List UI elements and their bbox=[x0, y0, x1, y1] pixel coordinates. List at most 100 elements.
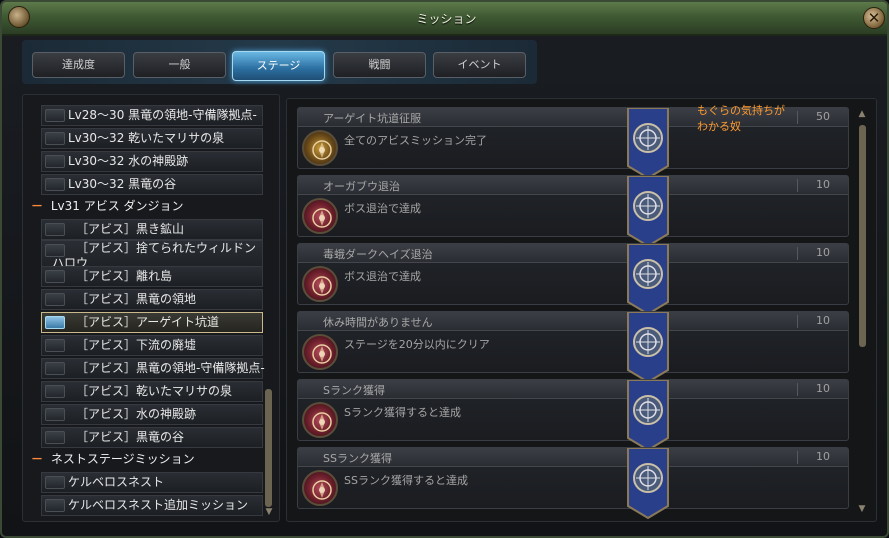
item-button-icon bbox=[45, 339, 65, 352]
item-button-icon bbox=[45, 109, 65, 122]
mission-title: Sランク獲得 bbox=[323, 384, 385, 397]
annotation-note: もぐらの気持ちが わかる奴 bbox=[697, 103, 785, 135]
item-button-icon bbox=[45, 476, 65, 489]
points-divider bbox=[797, 179, 798, 192]
collapse-icon[interactable]: － bbox=[27, 196, 47, 217]
annotation-line: もぐらの気持ちが bbox=[697, 104, 785, 117]
close-button[interactable]: ✕ bbox=[863, 7, 885, 29]
left-scrollbar-thumb[interactable] bbox=[265, 389, 272, 507]
item-button-icon bbox=[45, 132, 65, 145]
stage-list-item[interactable]: Lv30～32 水の神殿跡 bbox=[41, 151, 263, 172]
mission-header: Sランク獲得 10 bbox=[298, 380, 848, 399]
mission-title: SSランク獲得 bbox=[323, 452, 392, 465]
mission-title: オーガブウ退治 bbox=[323, 180, 400, 193]
abyss-list-item[interactable]: ［アビス］黒竜の領地-守備隊拠点- bbox=[41, 358, 265, 379]
reward-banner-icon bbox=[626, 243, 670, 316]
abyss-list-item[interactable]: ［アビス］離れ島 bbox=[41, 266, 263, 287]
item-button-icon bbox=[45, 223, 65, 236]
tab-achievement[interactable]: 達成度 bbox=[32, 52, 125, 78]
item-button-icon bbox=[45, 155, 65, 168]
category-nest-stage[interactable]: － ネストステージミッション bbox=[27, 449, 263, 470]
mission-card[interactable]: 毒蛾ダークヘイズ退治 10 ボス退治で達成 bbox=[297, 243, 849, 316]
nest-list-item[interactable]: ケルベロスネスト bbox=[41, 472, 263, 493]
right-scrollbar-thumb[interactable] bbox=[859, 125, 866, 347]
mission-title: アーゲイト坑道征服 bbox=[323, 112, 422, 125]
reward-banner-icon bbox=[626, 447, 670, 520]
mission-points: 10 bbox=[816, 178, 830, 191]
points-divider bbox=[797, 247, 798, 260]
tab-event[interactable]: イベント bbox=[433, 52, 526, 78]
reward-banner-icon bbox=[626, 311, 670, 384]
tab-strip: 達成度 一般 ステージ 戦闘 イベント bbox=[22, 40, 537, 84]
mission-card[interactable]: 休み時間がありません 10 ステージを20分以内にクリア bbox=[297, 311, 849, 384]
collapse-icon[interactable]: － bbox=[27, 449, 47, 470]
window-title: ミッション bbox=[416, 12, 477, 26]
abyss-list-item-selected[interactable]: ［アビス］アーゲイト坑道 bbox=[41, 312, 263, 333]
item-button-icon bbox=[45, 385, 65, 398]
abyss-list-item[interactable]: ［アビス］黒竜の領地 bbox=[41, 289, 263, 310]
item-button-icon bbox=[45, 408, 65, 421]
reward-banner-icon bbox=[626, 175, 670, 248]
mission-header: 休み時間がありません 10 bbox=[298, 312, 848, 331]
item-button-icon bbox=[45, 431, 65, 444]
stage-list: Lv28～30 黒竜の領地-守備隊拠点- Lv30～32 乾いたマリサの泉 Lv… bbox=[22, 94, 280, 522]
abyss-list-item[interactable]: ［アビス］水の神殿跡 bbox=[41, 404, 263, 425]
abyss-list-item[interactable]: ［アビス］下流の廃墟 bbox=[41, 335, 263, 356]
reward-banner-icon bbox=[626, 379, 670, 452]
mission-card[interactable]: SSランク獲得 10 SSランク獲得すると達成 bbox=[297, 447, 849, 520]
abyss-list-item[interactable]: ［アビス］黒竜の谷 bbox=[41, 427, 263, 448]
mission-title: 休み時間がありません bbox=[323, 316, 433, 329]
red-crest-icon bbox=[302, 198, 338, 234]
annotation-line: わかる奴 bbox=[697, 120, 741, 133]
mission-title: 毒蛾ダークヘイズ退治 bbox=[323, 248, 433, 261]
mission-points: 10 bbox=[816, 450, 830, 463]
tab-general[interactable]: 一般 bbox=[133, 52, 226, 78]
mission-card[interactable]: オーガブウ退治 10 ボス退治で達成 bbox=[297, 175, 849, 248]
tab-battle[interactable]: 戦闘 bbox=[333, 52, 426, 78]
item-button-icon bbox=[45, 270, 65, 283]
stage-list-item[interactable]: Lv28～30 黒竜の領地-守備隊拠点- bbox=[41, 105, 263, 126]
mission-description: ステージを20分以内にクリア bbox=[344, 338, 490, 351]
points-divider bbox=[797, 315, 798, 328]
scroll-down-icon[interactable]: ▼ bbox=[263, 507, 275, 517]
mission-points: 10 bbox=[816, 382, 830, 395]
mission-window: ミッション ✕ 達成度 一般 ステージ 戦闘 イベント Lv28～30 黒竜の領… bbox=[0, 0, 889, 538]
item-button-icon bbox=[45, 293, 65, 306]
mission-header: 毒蛾ダークヘイズ退治 10 bbox=[298, 244, 848, 263]
item-button-icon bbox=[45, 362, 65, 375]
points-divider bbox=[797, 111, 798, 124]
red-crest-icon bbox=[302, 334, 338, 370]
mission-description: 全てのアビスミッション完了 bbox=[344, 134, 487, 147]
item-button-icon bbox=[45, 244, 65, 257]
nest-list-item[interactable]: ケルベロスネスト追加ミッション bbox=[41, 495, 263, 516]
red-crest-icon bbox=[302, 266, 338, 302]
red-crest-icon bbox=[302, 402, 338, 438]
points-divider bbox=[797, 383, 798, 396]
mission-description: Sランク獲得すると達成 bbox=[344, 406, 461, 419]
gold-crest-icon bbox=[302, 130, 338, 166]
red-crest-icon bbox=[302, 470, 338, 506]
scroll-up-icon[interactable]: ▲ bbox=[856, 109, 868, 119]
mission-detail-panel: ▲ ▼ アーゲイト坑道征服 50 全てのアビスミッション完了オーガブウ退治 10 ボス退… bbox=[286, 98, 877, 522]
scroll-down-icon[interactable]: ▼ bbox=[856, 504, 868, 514]
mission-points: 10 bbox=[816, 246, 830, 259]
mission-description: SSランク獲得すると達成 bbox=[344, 474, 468, 487]
item-button-icon bbox=[45, 316, 65, 329]
tab-stage[interactable]: ステージ bbox=[232, 51, 325, 81]
reward-banner-icon bbox=[626, 107, 670, 180]
stage-list-item[interactable]: Lv30～32 乾いたマリサの泉 bbox=[41, 128, 263, 149]
mission-header: オーガブウ退治 10 bbox=[298, 176, 848, 195]
abyss-list-item[interactable]: ［アビス］乾いたマリサの泉 bbox=[41, 381, 263, 402]
mission-description: ボス退治で達成 bbox=[344, 270, 421, 283]
item-button-icon bbox=[45, 499, 65, 512]
category-abyss-dungeon[interactable]: － Lv31 アビス ダンジョン bbox=[27, 196, 263, 217]
title-bar: ミッション ✕ bbox=[2, 2, 887, 36]
abyss-list-item[interactable]: ［アビス］黒き鉱山 bbox=[41, 219, 263, 240]
mission-description: ボス退治で達成 bbox=[344, 202, 421, 215]
item-button-icon bbox=[45, 178, 65, 191]
stage-list-item[interactable]: Lv30～32 黒竜の谷 bbox=[41, 174, 263, 195]
mission-header: SSランク獲得 10 bbox=[298, 448, 848, 467]
mission-card[interactable]: Sランク獲得 10 Sランク獲得すると達成 bbox=[297, 379, 849, 452]
points-divider bbox=[797, 451, 798, 464]
mission-points: 50 bbox=[816, 110, 830, 123]
